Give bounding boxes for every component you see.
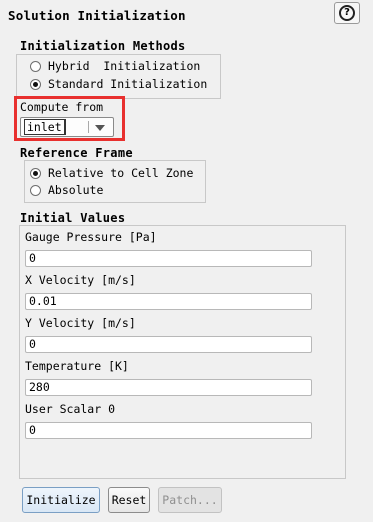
help-button[interactable]: ?: [334, 2, 360, 24]
compute-from-dropdown[interactable]: inlet: [20, 117, 114, 137]
initial-values-title: Initial Values: [20, 211, 126, 225]
initialize-button[interactable]: Initialize: [22, 487, 100, 513]
radio-circle-icon: [30, 184, 41, 196]
reference-frame-title: Reference Frame: [20, 146, 133, 160]
patch-button[interactable]: Patch...: [158, 487, 222, 513]
user-scalar-input[interactable]: 0: [25, 422, 312, 439]
radio-absolute[interactable]: Absolute: [30, 183, 103, 197]
y-velocity-input[interactable]: 0: [25, 336, 312, 353]
reset-button[interactable]: Reset: [108, 487, 150, 513]
temperature-input[interactable]: 280: [25, 379, 312, 396]
radio-selected-icon: [30, 78, 41, 90]
radio-label: Hybrid Initialization: [48, 59, 201, 73]
user-scalar-label: User Scalar 0: [25, 402, 116, 416]
panel-title: Solution Initialization: [8, 8, 186, 23]
radio-standard-initialization[interactable]: Standard Initialization: [30, 77, 207, 91]
radio-selected-icon: [30, 167, 41, 179]
compute-from-label: Compute from: [20, 100, 104, 114]
chevron-down-icon[interactable]: [95, 125, 105, 131]
temperature-label: Temperature [K]: [25, 359, 129, 373]
radio-relative-to-cell-zone[interactable]: Relative to Cell Zone: [30, 166, 193, 180]
gauge-pressure-label: Gauge Pressure [Pa]: [25, 230, 157, 244]
radio-label: Relative to Cell Zone: [48, 166, 194, 180]
y-velocity-label: Y Velocity [m/s]: [25, 316, 136, 330]
radio-hybrid-initialization[interactable]: Hybrid Initialization: [30, 59, 200, 73]
dropdown-separator: [88, 121, 89, 133]
radio-circle-icon: [30, 60, 41, 72]
x-velocity-input[interactable]: 0.01: [25, 293, 312, 310]
radio-label: Absolute: [48, 183, 104, 197]
help-icon: ?: [339, 5, 355, 21]
gauge-pressure-input[interactable]: 0: [25, 250, 312, 267]
compute-from-value: inlet: [24, 119, 66, 135]
init-methods-title: Initialization Methods: [20, 39, 186, 53]
x-velocity-label: X Velocity [m/s]: [25, 273, 136, 287]
radio-label: Standard Initialization: [48, 77, 208, 91]
